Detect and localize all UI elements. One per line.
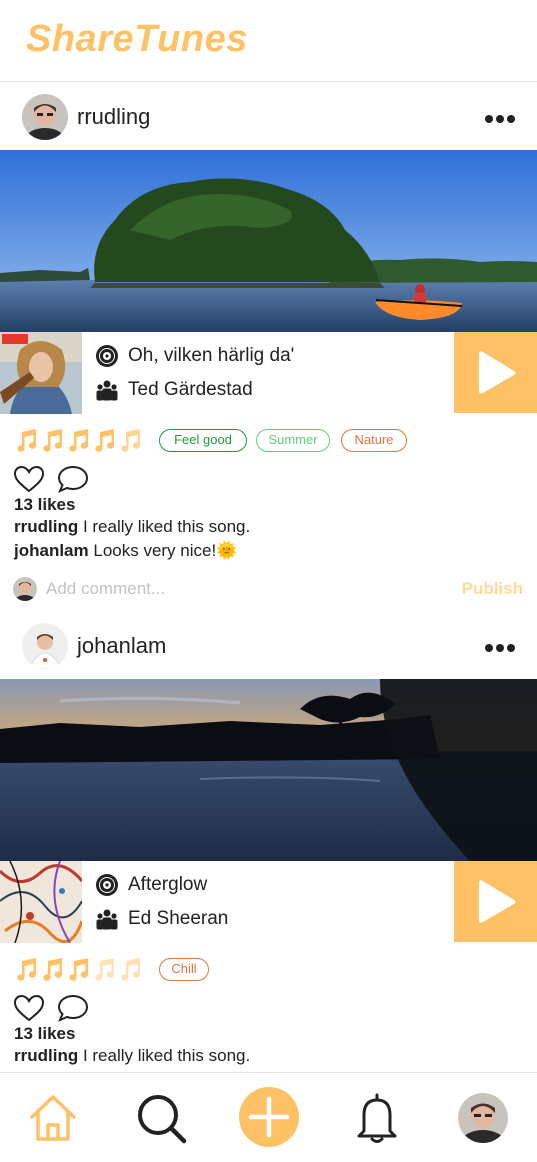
artist-row: Ed Sheeran bbox=[95, 907, 228, 931]
song-bar: Afterglow Ed Sheeran bbox=[0, 861, 537, 943]
music-note-icon bbox=[121, 958, 141, 981]
publish-button[interactable]: Publish bbox=[462, 579, 523, 599]
post: johanlam Afterglow Ed Sheeran Chill 13 l… bbox=[0, 611, 537, 1070]
music-note-icon bbox=[121, 429, 141, 452]
more-options-icon[interactable] bbox=[485, 639, 521, 652]
music-note-icon bbox=[17, 429, 37, 452]
avatar[interactable] bbox=[22, 94, 68, 140]
tag-feel-good[interactable]: Feel good bbox=[159, 429, 247, 452]
my-avatar bbox=[13, 577, 37, 601]
music-note-icon bbox=[69, 958, 89, 981]
song-title: Oh, vilken härlig da' bbox=[128, 345, 295, 366]
artist-row: Ted Gärdestad bbox=[95, 378, 253, 402]
comment-user[interactable]: rrudling bbox=[14, 1046, 78, 1065]
add-comment-row: Publish bbox=[0, 565, 537, 611]
comment-icon[interactable] bbox=[56, 993, 90, 1023]
song-bar: Oh, vilken härlig da' Ted Gärdestad bbox=[0, 332, 537, 414]
album-cover[interactable] bbox=[0, 861, 82, 943]
rating-notes bbox=[14, 427, 144, 453]
song-title-row: Afterglow bbox=[95, 873, 207, 897]
comment-text: I really liked this song. bbox=[82, 517, 251, 536]
song-title-row: Oh, vilken härlig da' bbox=[95, 344, 294, 368]
comment: rrudling I really liked this song. bbox=[0, 517, 537, 541]
comment: rrudling I really liked this song. bbox=[0, 1046, 537, 1070]
feed[interactable]: rrudling Oh, vilken härlig da' Ted Gärde… bbox=[0, 82, 537, 1072]
rating-notes bbox=[14, 956, 144, 982]
bell-icon[interactable] bbox=[350, 1091, 404, 1145]
music-note-icon bbox=[95, 958, 115, 981]
comment-input[interactable] bbox=[46, 576, 426, 602]
action-row bbox=[0, 983, 537, 1023]
vinyl-icon bbox=[96, 874, 118, 896]
comment: johanlam Looks very nice!🌞 bbox=[0, 541, 537, 565]
avatar[interactable] bbox=[22, 623, 68, 669]
comment-text: Looks very nice!🌞 bbox=[93, 541, 238, 560]
play-button[interactable] bbox=[454, 861, 537, 942]
music-note-icon bbox=[43, 429, 63, 452]
comment-user[interactable]: rrudling bbox=[14, 517, 78, 536]
people-icon bbox=[96, 909, 118, 930]
heart-icon[interactable] bbox=[12, 993, 46, 1023]
comment-text: I really liked this song. bbox=[82, 1046, 251, 1065]
likes-count: 13 likes bbox=[14, 495, 76, 514]
post-photo bbox=[0, 150, 537, 332]
album-cover[interactable] bbox=[0, 332, 82, 414]
post-header: rrudling bbox=[0, 82, 537, 150]
post: rrudling Oh, vilken härlig da' Ted Gärde… bbox=[0, 82, 537, 611]
action-row bbox=[0, 454, 537, 494]
artist-name: Ted Gärdestad bbox=[128, 379, 253, 400]
rating-row: Chill bbox=[0, 943, 537, 983]
artist-name: Ed Sheeran bbox=[128, 908, 229, 929]
add-icon[interactable] bbox=[238, 1086, 300, 1148]
post-username[interactable]: johanlam bbox=[77, 633, 166, 659]
people-icon bbox=[96, 380, 118, 401]
app-logo[interactable]: ShareTunes bbox=[26, 18, 248, 61]
music-note-icon bbox=[17, 958, 37, 981]
search-icon[interactable] bbox=[134, 1091, 188, 1145]
profile-avatar[interactable] bbox=[458, 1093, 508, 1143]
music-note-icon bbox=[69, 429, 89, 452]
music-note-icon bbox=[43, 958, 63, 981]
play-icon bbox=[479, 880, 516, 923]
post-header: johanlam bbox=[0, 611, 537, 679]
post-username[interactable]: rrudling bbox=[77, 104, 150, 130]
app-header: ShareTunes bbox=[0, 0, 537, 82]
bottom-nav bbox=[0, 1072, 537, 1162]
post-photo bbox=[0, 679, 537, 861]
home-icon[interactable] bbox=[26, 1091, 80, 1145]
comment-icon[interactable] bbox=[56, 464, 90, 494]
tag-nature[interactable]: Nature bbox=[341, 429, 407, 452]
song-title: Afterglow bbox=[128, 874, 208, 895]
tag-summer[interactable]: Summer bbox=[256, 429, 330, 452]
play-icon bbox=[479, 351, 516, 394]
rating-row: Feel good Summer Nature bbox=[0, 414, 537, 454]
play-button[interactable] bbox=[454, 332, 537, 413]
music-note-icon bbox=[95, 429, 115, 452]
heart-icon[interactable] bbox=[12, 464, 46, 494]
more-options-icon[interactable] bbox=[485, 110, 521, 123]
likes-count: 13 likes bbox=[14, 1024, 76, 1043]
comment-user[interactable]: johanlam bbox=[14, 541, 89, 560]
tag-chill[interactable]: Chill bbox=[159, 958, 209, 981]
vinyl-icon bbox=[96, 345, 118, 367]
